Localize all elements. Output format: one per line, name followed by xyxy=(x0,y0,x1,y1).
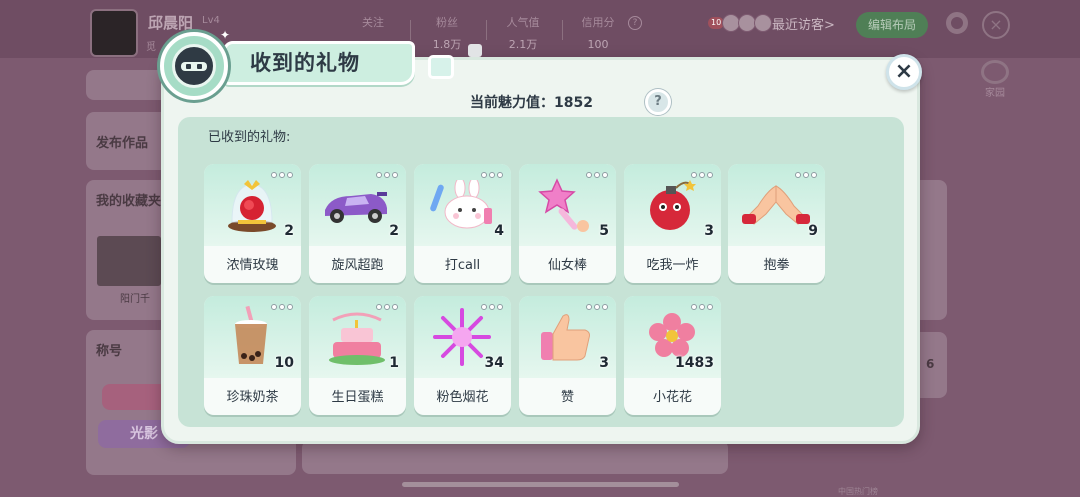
gift-card[interactable]: 3 赞 xyxy=(519,296,616,415)
gear-icon xyxy=(946,12,968,34)
birthday-cake-icon xyxy=(329,312,385,365)
recent-visitors-avatars: 10 xyxy=(708,10,773,36)
gift-name: 旋风超跑 xyxy=(331,258,384,273)
profile-sub: 觅 xyxy=(146,42,156,53)
gift-count: 2 xyxy=(284,223,294,239)
stat-popularity: 人气值 2.1万 xyxy=(488,12,558,56)
gift-card[interactable]: 3 吃我一炸 xyxy=(624,164,721,283)
profile-level: Lv4 xyxy=(202,15,220,26)
gift-name: 小花花 xyxy=(652,390,692,405)
bomb-icon xyxy=(650,180,696,230)
stat-credit: 信用分 100 xyxy=(563,12,633,56)
stat-label: 信用分 xyxy=(581,16,615,29)
collection-label: 我的收藏夹 xyxy=(96,194,162,209)
star-wand-icon xyxy=(538,178,589,232)
footnote: 中国热门榜 xyxy=(838,487,878,496)
received-gifts-label: 已收到的礼物: xyxy=(208,130,291,145)
gift-card[interactable]: 1 生日蛋糕 xyxy=(309,296,406,415)
gift-name: 打call xyxy=(444,258,481,273)
gift-count: 1483 xyxy=(675,355,714,371)
gift-card[interactable]: 10 珍珠奶茶 xyxy=(204,296,301,415)
bunny-lightstick-icon xyxy=(430,180,492,229)
race-car-icon xyxy=(325,192,387,223)
gift-count: 10 xyxy=(274,355,294,371)
stat-follow: 关注 xyxy=(338,12,408,34)
pink-flower-icon xyxy=(649,313,695,357)
gift-count: 1 xyxy=(389,355,399,371)
stat-value: 100 xyxy=(587,38,609,51)
divider xyxy=(410,20,411,40)
home-label: 家园 xyxy=(985,88,1005,99)
edit-layout-button: 编辑布局 xyxy=(856,12,928,38)
divider xyxy=(486,20,487,40)
close-button[interactable]: × xyxy=(886,54,922,90)
gift-count: 3 xyxy=(704,223,714,239)
gift-card[interactable]: 1483 小花花 xyxy=(624,296,721,415)
thumbs-up-icon xyxy=(541,314,590,361)
title-label: 称号 xyxy=(96,344,123,359)
gift-count: 9 xyxy=(808,223,818,239)
gift-count: 5 xyxy=(599,223,609,239)
close-icon: × xyxy=(982,11,1010,39)
home-indicator[interactable] xyxy=(402,482,679,487)
stat-label: 关注 xyxy=(362,16,384,29)
side-count: 6 xyxy=(926,357,935,371)
gift-name: 抱拳 xyxy=(763,258,790,273)
gift-name: 生日蛋糕 xyxy=(331,390,384,405)
decoration xyxy=(428,55,454,79)
sparkle-icon: ✦ xyxy=(220,28,231,42)
gift-card[interactable]: 9 抱拳 xyxy=(728,164,825,283)
more-icon[interactable] xyxy=(374,171,398,181)
bg-card xyxy=(302,440,728,474)
help-icon[interactable]: ? xyxy=(645,89,671,115)
gift-count: 4 xyxy=(494,223,504,239)
gift-count: 2 xyxy=(389,223,399,239)
avatar xyxy=(90,9,138,57)
gift-card[interactable]: 5 仙女棒 xyxy=(519,164,616,283)
gift-count: 34 xyxy=(484,355,504,371)
gift-count: 3 xyxy=(599,355,609,371)
bubble-tea-icon xyxy=(235,306,267,364)
mascot-eyes xyxy=(181,62,207,71)
gift-card[interactable]: 2 旋风超跑 xyxy=(309,164,406,283)
fist-salute-icon xyxy=(742,185,810,225)
gift-name: 粉色烟花 xyxy=(436,390,489,405)
decoration xyxy=(468,44,482,57)
gift-name: 仙女棒 xyxy=(547,258,587,273)
modal-title: 收到的礼物 xyxy=(250,51,360,75)
collection-thumbnail xyxy=(97,236,161,286)
gift-card[interactable]: 2 浓情玫瑰 xyxy=(204,164,301,283)
stat-label: 人气值 xyxy=(506,16,540,29)
gift-name: 浓情玫瑰 xyxy=(226,258,279,273)
stat-label: 粉丝 xyxy=(436,16,458,29)
gift-card[interactable]: 34 粉色烟花 xyxy=(414,296,511,415)
visitor-avatar xyxy=(754,14,773,32)
gift-name: 吃我一炸 xyxy=(646,258,699,273)
gift-name: 赞 xyxy=(560,390,574,405)
gift-name: 珍珠奶茶 xyxy=(226,390,279,405)
stat-value: 2.1万 xyxy=(508,38,538,51)
credit-help-icon: ? xyxy=(628,16,642,30)
gift-card[interactable]: 4 打call xyxy=(414,164,511,283)
publish-label: 发布作品 xyxy=(96,136,149,151)
rose-dome-icon xyxy=(228,180,276,232)
home-icon: 家园 xyxy=(978,60,1012,100)
thumbnail-caption: 阳门千 xyxy=(120,294,150,305)
recent-visitors-link: 最近访客> xyxy=(772,18,835,33)
profile-name: 邱晨阳 xyxy=(148,14,194,32)
charm-value: 当前魅力值：1852 xyxy=(470,95,593,111)
